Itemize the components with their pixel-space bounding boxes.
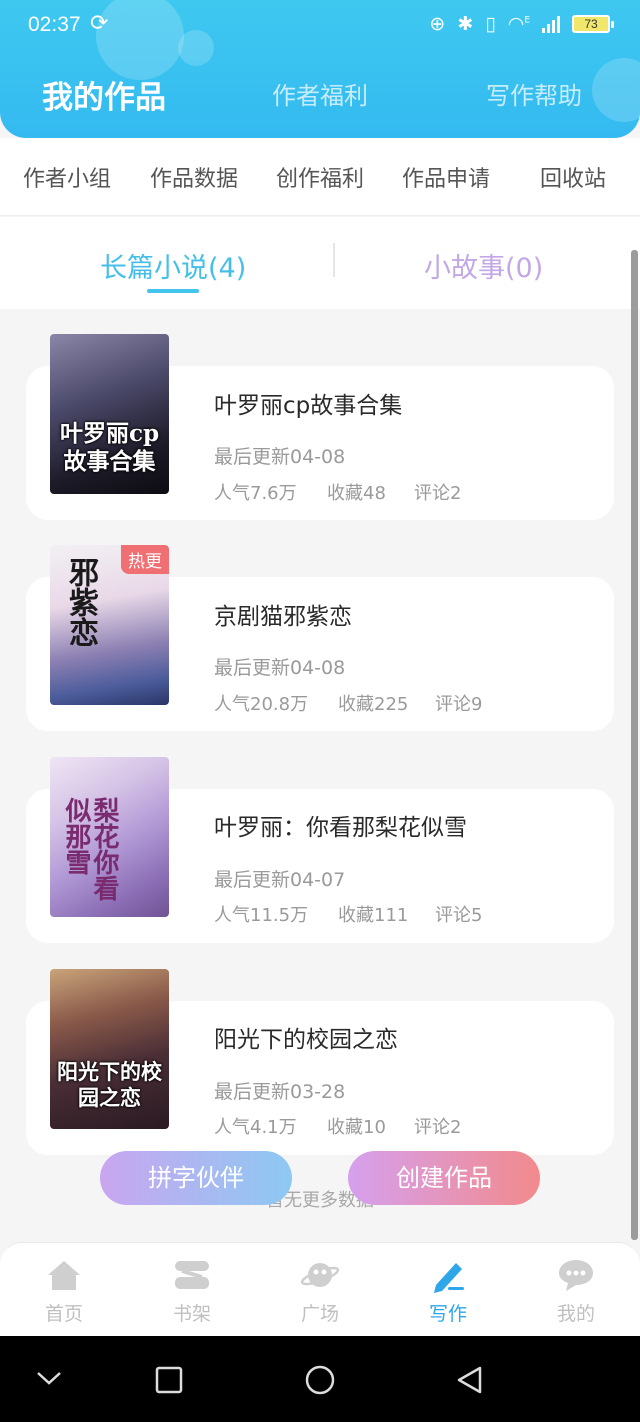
scrollbar[interactable] — [631, 250, 638, 1240]
book-updated: 最后更新04-08 — [214, 657, 346, 679]
bookshelf-icon — [175, 1261, 209, 1289]
system-nav-bar — [0, 1336, 640, 1422]
segment-tabs: 长篇小说(4) 小故事(0) — [0, 217, 640, 309]
book-cover[interactable]: 阳光下的校园之恋 — [50, 969, 169, 1129]
book-popularity: 人气7.6万 — [214, 483, 297, 504]
chat-bubble-icon — [559, 1260, 593, 1291]
shortcut-work-application[interactable]: 作品申请 — [402, 161, 490, 193]
home-circle-icon[interactable] — [303, 1363, 337, 1397]
add-circle-icon: ⊕ — [429, 13, 446, 35]
book-favorites: 收藏111 — [338, 905, 409, 926]
nav-label: 首页 — [44, 1303, 83, 1325]
book-comments: 评论5 — [435, 905, 483, 926]
book-comments: 评论9 — [435, 694, 483, 715]
recents-icon[interactable] — [154, 1365, 184, 1395]
collapse-icon[interactable] — [34, 1366, 64, 1390]
book-popularity: 人气4.1万 — [214, 1117, 297, 1138]
pen-icon — [434, 1263, 464, 1293]
tab-my-works[interactable]: 我的作品 — [42, 72, 166, 117]
nav-write[interactable]: 写作 — [384, 1243, 512, 1337]
book-title[interactable]: 阳光下的校园之恋 — [214, 1020, 398, 1054]
cover-title: 叶罗丽cp故事合集 — [59, 420, 160, 475]
wifi-icon: ◠E — [507, 13, 530, 35]
book-updated: 最后更新04-07 — [214, 869, 346, 891]
book-favorites: 收藏48 — [327, 483, 386, 504]
nav-label: 我的 — [556, 1303, 595, 1325]
book-favorites: 收藏10 — [327, 1117, 386, 1138]
segment-divider — [333, 243, 335, 277]
back-icon[interactable] — [454, 1364, 484, 1396]
nav-square[interactable]: 广场 — [256, 1243, 384, 1337]
planet-icon — [300, 1263, 340, 1287]
book-cover[interactable]: 梨花你看似那雪 — [50, 757, 169, 917]
create-work-button[interactable]: 创建作品 — [348, 1151, 540, 1205]
vibrate-icon: ▯ — [485, 13, 496, 35]
tab-short-story[interactable]: 小故事(0) — [424, 246, 543, 285]
book-title[interactable]: 叶罗丽：你看那梨花似雪 — [214, 808, 467, 842]
shortcut-work-data[interactable]: 作品数据 — [150, 161, 238, 193]
status-bar: 02:37 ⟳ ⊕ ✱ ▯ ◠E 73 — [0, 0, 640, 54]
shortcut-row: 作者小组 作品数据 创作福利 作品申请 回收站 — [0, 138, 640, 216]
nav-label: 广场 — [300, 1303, 339, 1325]
nav-label: 书架 — [172, 1303, 211, 1325]
book-comments: 评论2 — [414, 483, 462, 504]
bottom-nav: 首页 书架 广场 写作 我的 — [0, 1242, 640, 1336]
signal-icon — [542, 15, 560, 33]
cover-title: 阳光下的校园之恋 — [57, 1059, 162, 1110]
book-popularity: 人气11.5万 — [214, 905, 309, 926]
book-title[interactable]: 叶罗丽cp故事合集 — [214, 386, 402, 420]
home-icon — [48, 1261, 80, 1290]
nav-bookshelf[interactable]: 书架 — [128, 1243, 256, 1337]
cover-title: 梨花你看似那雪 — [61, 797, 119, 901]
tab-writing-help[interactable]: 写作帮助 — [486, 76, 582, 111]
wifi-badge: E — [524, 15, 530, 26]
status-icons: ⊕ ✱ ▯ ◠E 73 — [429, 13, 614, 35]
shortcut-recycle-bin[interactable]: 回收站 — [540, 161, 606, 193]
shortcut-author-group[interactable]: 作者小组 — [23, 161, 111, 193]
sync-icon: ⟳ — [90, 11, 109, 36]
tab-long-novel[interactable]: 长篇小说(4) — [100, 246, 246, 285]
status-time: 02:37 — [28, 13, 81, 36]
header: 02:37 ⟳ ⊕ ✱ ▯ ◠E 73 我的作品 作者福利 写作帮助 — [0, 0, 640, 138]
hot-badge: 热更 — [121, 545, 169, 574]
nav-label: 写作 — [428, 1303, 467, 1325]
cover-title: 邪紫恋 — [63, 557, 98, 647]
writing-partner-button[interactable]: 拼字伙伴 — [100, 1151, 292, 1205]
battery-icon: 73 — [572, 15, 614, 33]
book-popularity: 人气20.8万 — [214, 694, 309, 715]
book-cover[interactable]: 邪紫恋 热更 — [50, 545, 169, 705]
active-tab-indicator — [147, 289, 199, 293]
header-tabs: 我的作品 作者福利 写作帮助 — [0, 76, 640, 126]
shortcut-creation-benefits[interactable]: 创作福利 — [276, 161, 364, 193]
book-updated: 最后更新04-08 — [214, 446, 346, 468]
nav-mine[interactable]: 我的 — [512, 1243, 640, 1337]
book-updated: 最后更新03-28 — [214, 1081, 346, 1103]
nav-home[interactable]: 首页 — [0, 1243, 128, 1337]
book-cover[interactable]: 叶罗丽cp故事合集 — [50, 334, 169, 494]
tab-author-benefits[interactable]: 作者福利 — [272, 76, 368, 111]
bluetooth-icon: ✱ — [457, 13, 474, 35]
book-favorites: 收藏225 — [338, 694, 409, 715]
book-comments: 评论2 — [414, 1117, 462, 1138]
no-more-data-text: 暂无更多数据 — [266, 1190, 374, 1211]
book-title[interactable]: 京剧猫邪紫恋 — [214, 597, 352, 631]
